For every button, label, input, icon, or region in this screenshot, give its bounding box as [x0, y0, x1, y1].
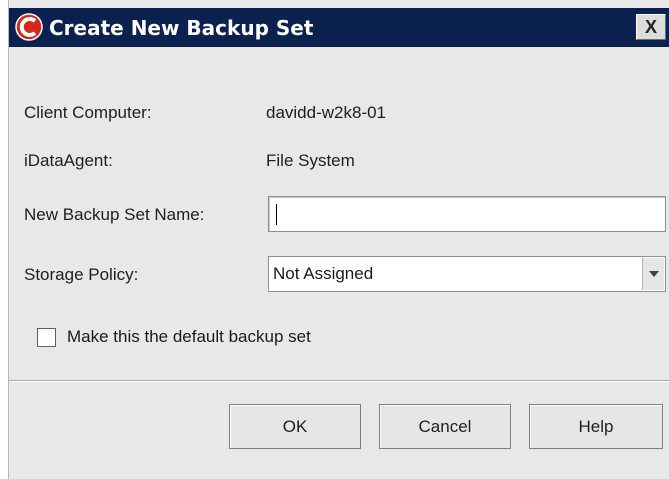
close-icon: X — [644, 17, 657, 37]
text-caret — [276, 204, 277, 225]
idataagent-label: iDataAgent: — [24, 151, 113, 170]
close-button[interactable]: X — [636, 14, 666, 40]
idataagent-value: File System — [266, 151, 355, 170]
default-backup-set-label[interactable]: Make this the default backup set — [67, 327, 311, 347]
title-bar[interactable]: Create New Backup Set X — [9, 8, 669, 47]
dialog-title: Create New Backup Set — [49, 16, 314, 40]
create-backup-set-dialog: Create New Backup Set X Client Computer:… — [8, 0, 669, 479]
backup-set-name-label: New Backup Set Name: — [24, 205, 205, 224]
button-divider — [9, 380, 669, 382]
default-backup-set-checkbox[interactable] — [37, 328, 56, 347]
storage-policy-label: Storage Policy: — [24, 265, 139, 284]
commvault-logo-icon — [15, 13, 43, 41]
storage-policy-value: Not Assigned — [273, 264, 374, 283]
help-button[interactable]: Help — [529, 404, 663, 449]
storage-policy-select[interactable]: Not Assigned — [268, 256, 666, 292]
ok-button[interactable]: OK — [229, 404, 361, 449]
client-computer-value: davidd-w2k8-01 — [266, 103, 387, 122]
backup-set-name-input[interactable] — [268, 196, 666, 232]
chevron-down-icon[interactable] — [642, 258, 664, 290]
cancel-button[interactable]: Cancel — [379, 404, 511, 449]
client-computer-label: Client Computer: — [24, 103, 152, 122]
